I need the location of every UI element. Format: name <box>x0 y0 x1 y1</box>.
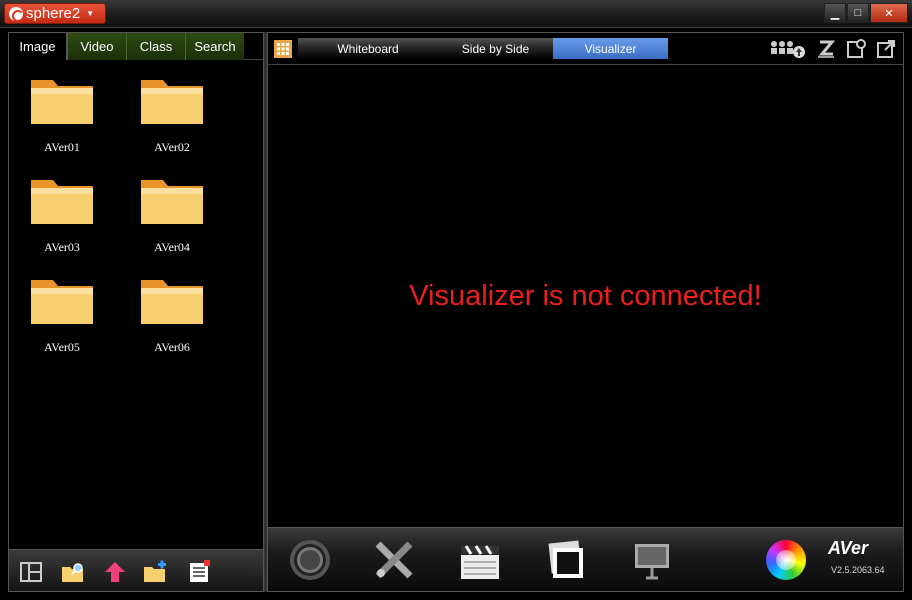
tab-side-by-side[interactable]: Side by Side <box>438 38 553 59</box>
library-tabs: Image Video Class Search <box>9 33 263 60</box>
visualizer-stage: Visualizer is not connected! <box>268 66 903 526</box>
close-button[interactable]: ✕ <box>870 3 908 23</box>
folder-icon <box>141 80 203 124</box>
app-menu-button[interactable]: sphere2 ▼ <box>4 3 106 24</box>
photos-icon[interactable] <box>544 538 588 582</box>
minimize-button[interactable]: ▁ <box>824 3 846 23</box>
folder-item[interactable]: AVer01 <box>9 65 99 160</box>
folder-icon <box>141 280 203 324</box>
folder-icon <box>141 180 203 224</box>
toolbar-icons <box>769 39 897 59</box>
grid-icon[interactable] <box>274 40 292 58</box>
tab-video[interactable]: Video <box>67 33 126 60</box>
tab-class[interactable]: Class <box>126 33 185 60</box>
main-toolbar: Whiteboard Side by Side Visualizer <box>268 33 903 65</box>
bottom-dock: AVer V2.5.2063.64 <box>268 527 903 591</box>
tab-image[interactable]: Image <box>9 33 67 60</box>
folder-label: AVer01 <box>44 140 80 154</box>
sphere-logo-icon <box>9 6 24 22</box>
maximize-button[interactable]: □ <box>847 3 869 23</box>
list-icon[interactable] <box>187 560 211 584</box>
mode-tabs: Whiteboard Side by Side Visualizer <box>298 38 668 59</box>
color-wheel-icon[interactable] <box>766 540 806 580</box>
tab-search[interactable]: Search <box>185 33 244 60</box>
folder-label: AVer05 <box>44 340 80 354</box>
library-toolbar <box>9 549 263 591</box>
folder-label: AVer04 <box>154 240 190 254</box>
folder-icon <box>31 280 93 324</box>
users-upload-icon[interactable] <box>769 39 807 59</box>
folder-search-icon[interactable] <box>61 560 85 584</box>
library-panel: Image Video Class Search AVer01 AVer02 A… <box>8 32 264 592</box>
tab-whiteboard[interactable]: Whiteboard <box>298 38 438 59</box>
tools-icon[interactable] <box>372 538 416 582</box>
app-name: sphere2 <box>26 5 81 22</box>
title-bar: sphere2 ▼ ▁ □ ✕ <box>0 0 912 28</box>
caret-down-icon: ▼ <box>86 9 95 18</box>
new-folder-icon[interactable] <box>143 560 167 584</box>
folder-item[interactable]: AVer04 <box>119 165 209 260</box>
folder-icon <box>31 80 93 124</box>
folder-item[interactable]: AVer03 <box>9 165 99 260</box>
version-label: V2.5.2063.64 <box>831 565 885 575</box>
folder-item[interactable]: AVer05 <box>9 265 99 360</box>
folder-item[interactable]: AVer06 <box>119 265 209 360</box>
main-panel: Whiteboard Side by Side Visualizer Visua… <box>267 32 904 592</box>
clapperboard-icon[interactable] <box>458 538 502 582</box>
signature-icon[interactable] <box>815 39 837 59</box>
camera-lens-icon[interactable] <box>288 538 332 582</box>
folder-label: AVer02 <box>154 140 190 154</box>
presentation-icon[interactable] <box>630 538 674 582</box>
layout-icon[interactable] <box>19 560 43 584</box>
connection-status-message: Visualizer is not connected! <box>409 279 762 312</box>
folder-label: AVer06 <box>154 340 190 354</box>
folder-icon <box>31 180 93 224</box>
note-icon[interactable] <box>845 39 867 59</box>
brand-logo: AVer <box>828 538 869 558</box>
upload-arrow-icon[interactable] <box>103 560 127 584</box>
folder-label: AVer03 <box>44 240 80 254</box>
folder-item[interactable]: AVer02 <box>119 65 209 160</box>
tab-visualizer[interactable]: Visualizer <box>553 38 668 59</box>
window-controls: ▁ □ ✕ <box>824 3 908 23</box>
export-icon[interactable] <box>875 39 897 59</box>
